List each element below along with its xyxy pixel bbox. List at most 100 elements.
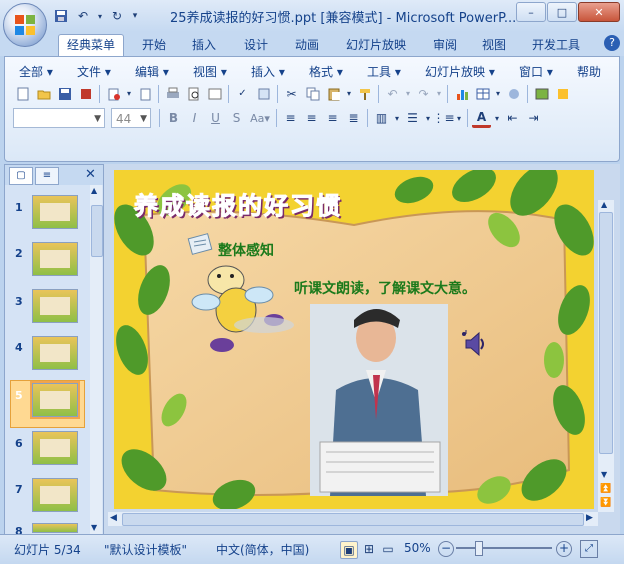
format-painter-icon[interactable] [355, 84, 374, 103]
menu-edit[interactable]: 编辑 ▾ [135, 63, 169, 81]
insert-picture-icon[interactable] [532, 84, 551, 103]
table-icon[interactable] [473, 84, 492, 103]
columns-icon[interactable]: ▥ [372, 109, 391, 128]
tab-developer[interactable]: 开发工具 [524, 35, 588, 55]
save-icon[interactable] [52, 7, 70, 25]
spelling-icon[interactable]: ✓ [233, 84, 252, 103]
menu-file[interactable]: 文件 ▾ [77, 63, 111, 81]
tab-slides-thumbnails[interactable]: ▢ [9, 167, 33, 185]
scroll-down-icon[interactable]: ▼ [91, 523, 97, 532]
menu-slideshow[interactable]: 幻灯片放映 ▾ [425, 63, 495, 81]
slide-thumbnail[interactable] [32, 242, 78, 276]
redo-icon[interactable]: ↻ [108, 7, 126, 25]
help-icon[interactable]: ? [604, 35, 620, 51]
zoom-slider-thumb[interactable] [475, 541, 483, 556]
tab-review[interactable]: 审阅 [425, 35, 465, 55]
tab-view[interactable]: 视图 [474, 35, 514, 55]
font-name-combo[interactable]: ▼ [13, 108, 105, 128]
align-left-icon[interactable]: ≡ [281, 109, 300, 128]
scroll-down-icon[interactable]: ▼ [601, 470, 607, 479]
previous-slide-icon[interactable]: ⏫ [600, 484, 611, 494]
slide-thumbnail[interactable] [32, 431, 78, 465]
tab-design[interactable]: 设计 [236, 35, 276, 55]
slide-thumbnail[interactable] [32, 289, 78, 323]
next-slide-icon[interactable]: ⏬ [600, 498, 611, 508]
slideshow-view-icon[interactable]: ▭ [380, 541, 396, 557]
table-dropdown-icon[interactable]: ▾ [494, 84, 502, 103]
font-color-icon[interactable]: A [472, 109, 491, 128]
menu-help[interactable]: 帮助 [577, 63, 601, 81]
zoom-in-icon[interactable]: + [556, 541, 572, 557]
align-center-icon[interactable]: ≡ [302, 109, 321, 128]
bold-icon[interactable]: B [164, 109, 183, 128]
insert-clipart-icon[interactable] [553, 84, 572, 103]
minimize-button[interactable]: – [516, 2, 546, 22]
slide-view-icon[interactable] [205, 84, 224, 103]
scroll-up-icon[interactable]: ▲ [601, 200, 607, 209]
chart-icon[interactable] [452, 84, 471, 103]
print-icon[interactable] [163, 84, 182, 103]
zoom-out-icon[interactable]: − [438, 541, 454, 557]
slide-sorter-icon[interactable]: ⊞ [361, 541, 377, 557]
slide-thumbnail[interactable] [32, 195, 78, 229]
paste-dropdown-icon[interactable]: ▾ [345, 84, 353, 103]
font-size-combo[interactable]: 44 ▼ [111, 108, 151, 128]
tab-animation[interactable]: 动画 [287, 35, 327, 55]
email-dropdown-icon[interactable]: ▾ [125, 84, 133, 103]
slide-canvas[interactable]: 养成读报的好习惯 整体感知 听课文朗读，了解课文大意。 [114, 170, 594, 509]
shadow-icon[interactable]: S [227, 109, 246, 128]
scroll-right-icon[interactable]: ▶ [586, 513, 593, 523]
shapes-icon[interactable] [504, 84, 523, 103]
slide-scroll-thumb[interactable] [599, 212, 613, 454]
tab-outline[interactable]: ≡ [35, 167, 59, 185]
close-pane-icon[interactable]: ✕ [85, 167, 96, 182]
numbering-icon[interactable]: ☰ [403, 109, 422, 128]
menu-all[interactable]: 全部 ▾ [19, 63, 53, 81]
menu-format[interactable]: 格式 ▾ [309, 63, 343, 81]
audio-speaker-icon[interactable] [460, 328, 490, 358]
menu-window[interactable]: 窗口 ▾ [519, 63, 553, 81]
zoom-level[interactable]: 50% [404, 541, 431, 555]
underline-icon[interactable]: U [206, 109, 225, 128]
menu-view[interactable]: 视图 ▾ [193, 63, 227, 81]
numbering-dropdown-icon[interactable]: ▾ [424, 109, 432, 128]
new-file-icon[interactable] [13, 84, 32, 103]
undo-dropdown-icon[interactable]: ▾ [404, 84, 412, 103]
slides-pane-scroll-thumb[interactable] [91, 205, 103, 257]
redo-dropdown-icon[interactable]: ▾ [435, 84, 443, 103]
research-icon[interactable] [254, 84, 273, 103]
decrease-indent-icon[interactable]: ⇤ [503, 109, 522, 128]
fit-to-window-icon[interactable]: ⤢ [580, 540, 598, 558]
align-right-icon[interactable]: ≡ [323, 109, 342, 128]
slide-thumbnail[interactable] [32, 523, 78, 533]
italic-icon[interactable]: I [185, 109, 204, 128]
close-button[interactable]: ✕ [578, 2, 620, 22]
office-button[interactable] [3, 3, 47, 47]
zoom-slider-track[interactable] [456, 547, 552, 549]
cut-icon[interactable]: ✂ [282, 84, 301, 103]
slide-horizontal-scrollbar[interactable]: ◀ ▶ [108, 512, 598, 526]
tab-home[interactable]: 开始 [134, 35, 174, 55]
undo-dropdown-icon[interactable]: ▾ [96, 7, 104, 25]
font-color-dropdown-icon[interactable]: ▾ [493, 109, 501, 128]
change-case-icon[interactable]: Aa▾ [248, 109, 272, 128]
copy-icon[interactable] [303, 84, 322, 103]
bullets-dropdown-icon[interactable]: ▾ [455, 109, 463, 128]
tab-slideshow[interactable]: 幻灯片放映 [338, 35, 414, 55]
export-pdf-icon[interactable] [135, 84, 154, 103]
paste-icon[interactable] [324, 84, 343, 103]
language-status[interactable]: 中文(简体，中国) [216, 541, 309, 558]
slide-vertical-scrollbar[interactable]: ▲ ▼ ⏫ ⏬ [598, 200, 614, 512]
menu-insert[interactable]: 插入 ▾ [251, 63, 285, 81]
tab-classic-menu[interactable]: 经典菜单 [58, 34, 125, 57]
slide-hscroll-thumb[interactable] [122, 513, 584, 526]
bullets-icon[interactable]: ⋮≡ [432, 109, 454, 128]
slide-thumbnail[interactable] [32, 336, 78, 370]
scroll-up-icon[interactable]: ▲ [91, 186, 97, 195]
redo-icon[interactable]: ↷ [414, 84, 433, 103]
print-preview-icon[interactable] [184, 84, 203, 103]
tab-insert[interactable]: 插入 [184, 35, 224, 55]
justify-icon[interactable]: ≣ [344, 109, 363, 128]
save-icon[interactable] [55, 84, 74, 103]
normal-view-icon[interactable]: ▣ [340, 541, 358, 559]
